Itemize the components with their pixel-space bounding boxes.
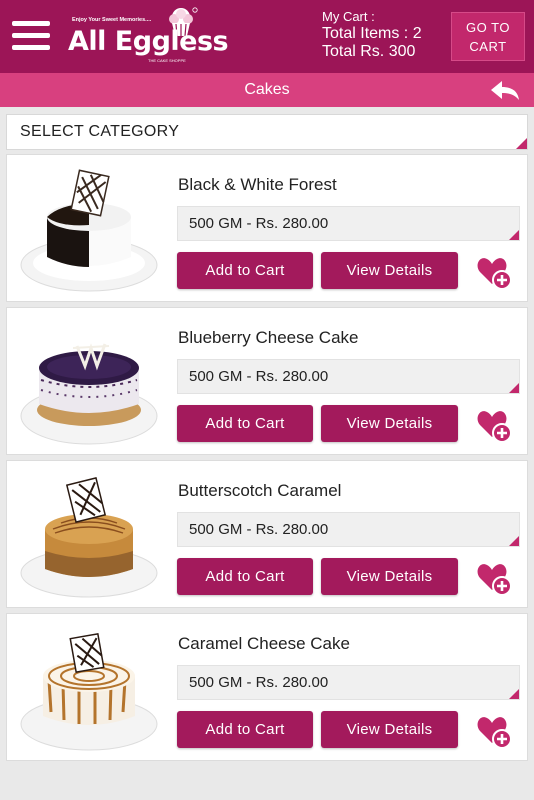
variant-select[interactable]: 500 GM - Rs. 280.00	[177, 206, 520, 241]
hamburger-menu-icon[interactable]	[12, 21, 50, 53]
app-header: Enjoy Your Sweet Memories.... All Eggles…	[0, 0, 534, 73]
product-name: Blueberry Cheese Cake	[178, 328, 359, 347]
back-arrow-icon[interactable]	[488, 79, 522, 101]
add-to-cart-button[interactable]: Add to Cart	[177, 558, 313, 595]
variant-label: 500 GM - Rs. 280.00	[189, 368, 329, 385]
caramel-cheese-cake-image[interactable]	[19, 624, 159, 752]
product-card: Butterscotch Caramel 500 GM - Rs. 280.00…	[6, 460, 528, 608]
cart-label: My Cart :	[322, 9, 375, 24]
variant-select[interactable]: 500 GM - Rs. 280.00	[177, 665, 520, 700]
variant-select[interactable]: 500 GM - Rs. 280.00	[177, 359, 520, 394]
product-name: Caramel Cheese Cake	[178, 634, 350, 653]
add-to-wishlist-icon[interactable]	[476, 254, 512, 290]
product-card: Caramel Cheese Cake 500 GM - Rs. 280.00 …	[6, 613, 528, 761]
dropdown-corner-icon	[509, 230, 519, 240]
view-details-button[interactable]: View Details	[321, 252, 458, 289]
cart-total-amount: Total Rs. 300	[322, 43, 416, 60]
page-title: Cakes	[244, 81, 290, 98]
menu-line	[12, 45, 50, 50]
product-card: Blueberry Cheese Cake 500 GM - Rs. 280.0…	[6, 307, 528, 455]
section-header: Cakes	[0, 73, 534, 107]
cart-total-items: Total Items : 2	[322, 25, 422, 42]
go-to-cart-label-line1: GO TO	[466, 20, 510, 35]
category-select[interactable]: SELECT CATEGORY	[6, 114, 528, 150]
view-details-button[interactable]: View Details	[321, 405, 458, 442]
add-to-wishlist-icon[interactable]	[476, 713, 512, 749]
logo-name: All Eggless	[68, 26, 229, 57]
variant-label: 500 GM - Rs. 280.00	[189, 674, 329, 691]
brand-logo[interactable]: Enjoy Your Sweet Memories.... All Eggles…	[66, 6, 229, 68]
add-to-cart-button[interactable]: Add to Cart	[177, 252, 313, 289]
add-to-cart-button[interactable]: Add to Cart	[177, 711, 313, 748]
go-to-cart-button[interactable]: GO TO CART	[451, 12, 525, 61]
variant-label: 500 GM - Rs. 280.00	[189, 215, 329, 232]
product-card: Black & White Forest 500 GM - Rs. 280.00…	[6, 154, 528, 302]
butterscotch-caramel-cake-image[interactable]	[19, 471, 159, 599]
view-details-button[interactable]: View Details	[321, 558, 458, 595]
logo-subtitle: THE CAKE SHOPPE	[148, 58, 186, 63]
dropdown-corner-icon	[509, 536, 519, 546]
variant-label: 500 GM - Rs. 280.00	[189, 521, 329, 538]
add-to-wishlist-icon[interactable]	[476, 560, 512, 596]
menu-line	[12, 33, 50, 38]
dropdown-corner-icon	[509, 383, 519, 393]
menu-line	[12, 21, 50, 26]
add-to-cart-button[interactable]: Add to Cart	[177, 405, 313, 442]
product-name: Black & White Forest	[178, 175, 337, 194]
category-select-label: SELECT CATEGORY	[20, 123, 180, 140]
blueberry-cheese-cake-image[interactable]	[19, 318, 159, 446]
cart-summary[interactable]: My Cart : Total Items : 2 Total Rs. 300	[322, 10, 422, 62]
dropdown-corner-icon	[509, 689, 519, 699]
add-to-wishlist-icon[interactable]	[476, 407, 512, 443]
logo-tagline: Enjoy Your Sweet Memories....	[72, 17, 152, 23]
view-details-button[interactable]: View Details	[321, 711, 458, 748]
dropdown-corner-icon	[516, 138, 527, 149]
variant-select[interactable]: 500 GM - Rs. 280.00	[177, 512, 520, 547]
go-to-cart-label-line2: CART	[469, 39, 507, 54]
black-white-forest-cake-image[interactable]	[19, 165, 159, 293]
product-name: Butterscotch Caramel	[178, 481, 342, 500]
